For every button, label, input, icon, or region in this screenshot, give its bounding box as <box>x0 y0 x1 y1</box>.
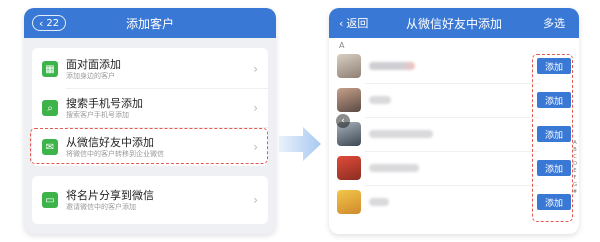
multi-select-button[interactable]: 多选 <box>543 15 565 31</box>
chevron-right-icon: › <box>253 101 258 115</box>
transition-arrow-icon <box>279 127 321 161</box>
business-card-icon: ▭ <box>42 192 58 208</box>
contact-name-blurred <box>369 62 415 70</box>
search-icon: ⌕ <box>42 100 58 116</box>
avatar <box>337 54 361 78</box>
chevron-left-icon: ‹ <box>39 16 44 30</box>
page-title: 添加客户 <box>125 16 174 31</box>
item-subtitle: 添加身边的客户 <box>66 71 115 80</box>
search-phone-add-item[interactable]: ⌕ 搜索手机号添加 搜索客户手机号添加 › <box>32 89 268 127</box>
item-title: 搜索手机号添加 <box>66 96 143 110</box>
chevron-left-icon: ‹ <box>339 16 344 30</box>
contact-name-blurred <box>369 164 419 172</box>
chevron-right-icon: › <box>253 62 258 76</box>
back-button[interactable]: ‹ 22 <box>32 15 67 31</box>
alphabet-letter[interactable]: C <box>571 154 579 161</box>
contact-name-blurred <box>369 96 391 104</box>
alphabet-letter[interactable]: # <box>571 189 579 196</box>
item-title: 将名片分享到微信 <box>66 188 154 202</box>
avatar <box>337 190 361 214</box>
alphabet-letter[interactable]: B <box>571 147 579 154</box>
top-bar: ‹ 22 添加客户 <box>24 8 276 38</box>
contact-name-blurred <box>369 198 389 206</box>
alphabet-letter[interactable]: G <box>571 182 579 189</box>
avatar <box>337 156 361 180</box>
highlight-frame <box>30 128 268 164</box>
chevron-right-icon: › <box>253 193 258 207</box>
alphabet-letter[interactable]: D <box>571 161 579 168</box>
avatar <box>337 88 361 112</box>
section-header: A <box>339 41 345 50</box>
alphabet-letter[interactable]: E <box>571 168 579 175</box>
unread-count: 22 <box>46 17 60 29</box>
page-title: 从微信好友中添加 <box>405 16 502 31</box>
item-subtitle: 邀请微信中的客户添加 <box>66 202 136 211</box>
share-card: ▭ 将名片分享到微信 邀请微信中的客户添加 › <box>32 176 268 224</box>
alphabet-letter[interactable]: A <box>571 140 579 147</box>
item-subtitle: 搜索客户手机号添加 <box>66 110 129 119</box>
add-customer-screen: ‹ 22 添加客户 ▦ 面对面添加 添加身边的客户 › ⌕ 搜索手机号添加 搜索… <box>24 8 276 234</box>
share-card-to-wechat-item[interactable]: ▭ 将名片分享到微信 邀请微信中的客户添加 › <box>32 181 268 219</box>
alphabet-letter[interactable]: F <box>571 175 579 182</box>
face-to-face-add-item[interactable]: ▦ 面对面添加 添加身边的客户 › <box>32 50 268 88</box>
alphabet-index[interactable]: A B C D E F G # <box>571 140 579 196</box>
item-title: 面对面添加 <box>66 57 121 71</box>
qr-code-icon: ▦ <box>42 61 58 77</box>
highlight-frame <box>532 54 573 222</box>
top-bar: ‹ 返回 从微信好友中添加 多选 <box>329 8 579 38</box>
back-label: 返回 <box>346 17 369 30</box>
scroll-indicator-icon[interactable]: ‹ <box>336 114 350 128</box>
contact-name-blurred <box>369 130 433 138</box>
back-button[interactable]: ‹ 返回 <box>339 15 368 31</box>
